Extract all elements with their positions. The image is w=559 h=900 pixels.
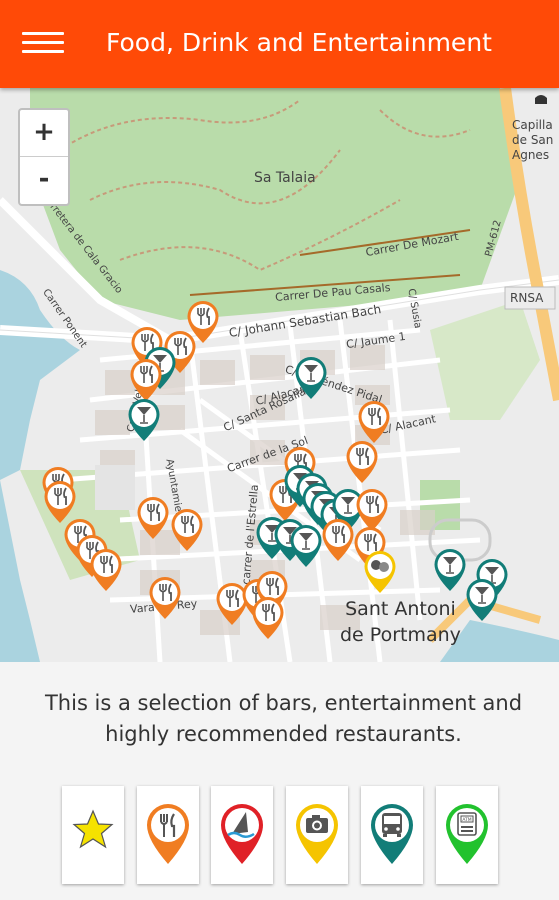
description-text: This is a selection of bars, entertainme… <box>44 691 523 746</box>
map-marker-cutlery-icon[interactable] <box>345 440 379 484</box>
map-marker-cocktail-icon[interactable] <box>465 578 499 622</box>
category-sightseeing-button[interactable] <box>286 786 348 884</box>
map-marker-cocktail-icon[interactable] <box>289 524 323 568</box>
map-marker-cutlery-icon[interactable] <box>321 518 355 562</box>
app-bar: Food, Drink and Entertainment <box>0 0 559 88</box>
category-atm-button[interactable]: ATM <box>436 786 498 884</box>
town-label: Sant Antoni de Portmany <box>340 596 461 648</box>
map-marker-cutlery-icon[interactable] <box>136 496 170 540</box>
atm-icon: ATM <box>446 804 488 864</box>
zoom-in-button[interactable]: + <box>20 110 68 157</box>
zoom-control: + - <box>18 108 70 206</box>
town-label-line-2: de Portmany <box>340 624 461 646</box>
map-marker-cocktail-icon[interactable] <box>294 356 328 400</box>
map-view[interactable]: Sa Talaia Capilla de San Agnes RNSA PM-6… <box>0 88 559 662</box>
map-marker-cutlery-icon[interactable] <box>129 358 163 402</box>
map-marker-cutlery-icon[interactable] <box>148 576 182 620</box>
zoom-out-button[interactable]: - <box>20 157 68 203</box>
map-marker-cutlery-icon[interactable] <box>357 400 391 444</box>
category-bar: ATM <box>0 786 559 886</box>
map-marker-cutlery-icon[interactable] <box>170 508 204 552</box>
map-marker-cocktail-icon[interactable] <box>433 548 467 592</box>
windsurf-icon <box>221 804 263 864</box>
star-icon <box>72 809 114 849</box>
hamburger-menu-icon[interactable] <box>22 32 64 58</box>
cutlery-icon <box>147 804 189 864</box>
category-transport-button[interactable] <box>361 786 423 884</box>
camera-icon <box>296 804 338 864</box>
category-favorites-button[interactable] <box>62 786 124 884</box>
map-marker-cutlery-icon[interactable] <box>251 596 285 640</box>
description-panel: This is a selection of bars, entertainme… <box>0 662 559 772</box>
map-marker-cutlery-icon[interactable] <box>89 548 123 592</box>
page-title: Food, Drink and Entertainment <box>106 28 492 57</box>
road-shield-label: RNSA <box>510 291 544 305</box>
town-label-line-1: Sant Antoni <box>345 598 456 620</box>
category-food-drink-button[interactable] <box>137 786 199 884</box>
map-marker-cocktail-icon[interactable] <box>127 398 161 442</box>
church-label: Capilla de San Agnes <box>512 118 554 162</box>
svg-text:ATM: ATM <box>462 817 471 823</box>
map-marker-theater-masks-icon[interactable] <box>363 550 397 594</box>
park-label: Sa Talaia <box>254 170 316 186</box>
category-beaches-button[interactable] <box>211 786 273 884</box>
bus-icon <box>371 804 413 864</box>
